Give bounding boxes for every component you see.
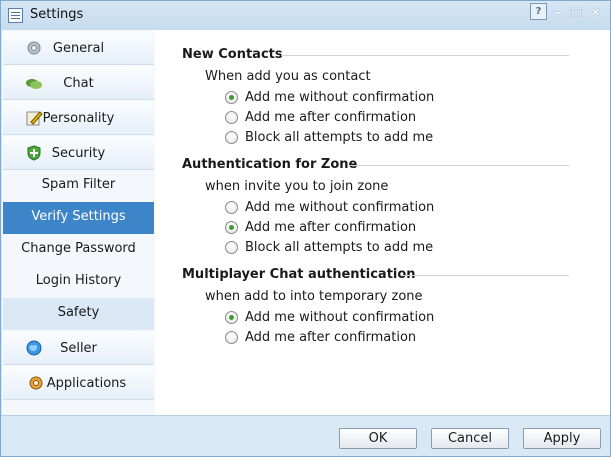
section-title-new-contacts: New Contacts (182, 47, 283, 62)
radio-button[interactable] (225, 110, 238, 124)
help-button[interactable]: ? (530, 3, 547, 20)
sidebar-item-label: Security (51, 146, 106, 161)
section-divider (401, 275, 569, 276)
sidebar-item-label: Seller (60, 341, 97, 356)
sidebar-item-seller[interactable]: Seller (3, 331, 154, 365)
radio-option-label: Add me without confirmation (245, 199, 435, 215)
sidebar-item-label: Applications (46, 376, 127, 391)
radio-option[interactable]: Add me without confirmation (225, 198, 434, 216)
radio-option[interactable]: Add me after confirmation (225, 218, 416, 236)
radio-button[interactable] (225, 330, 238, 344)
section-question: when invite you to join zone (205, 179, 389, 194)
ok-button[interactable]: OK (339, 428, 417, 449)
section-divider (349, 165, 569, 166)
radio-button-selected[interactable] (225, 310, 238, 324)
radio-option-label: Block all attempts to add me (245, 129, 434, 145)
radio-option-label: Block all attempts to add me (245, 239, 434, 255)
sidebar-item-label: Personality (42, 111, 115, 126)
radio-button[interactable] (225, 130, 238, 144)
section-question: When add you as contact (205, 69, 371, 84)
section-question: when add to into temporary zone (205, 289, 423, 304)
radio-option-label: Add me after confirmation (245, 109, 417, 125)
radio-option[interactable]: Add me after confirmation (225, 328, 416, 346)
sidebar-item-applications[interactable]: Applications (3, 366, 154, 400)
sidebar-item-label: Chat (63, 76, 94, 91)
sidebar-subitem-change-password[interactable]: Change Password (3, 234, 154, 266)
verify-settings-panel: New Contacts When add you as contact Add… (155, 30, 610, 415)
radio-option[interactable]: Block all attempts to add me (225, 238, 433, 256)
radio-button[interactable] (225, 240, 238, 254)
maximize-button[interactable]: □ (568, 3, 585, 20)
section-title-multiplayer-chat-authentication: Multiplayer Chat authentication (182, 267, 416, 282)
radio-option[interactable]: Add me without confirmation (225, 308, 434, 326)
apply-button[interactable]: Apply (523, 428, 601, 449)
radio-option-label: Add me without confirmation (245, 89, 435, 105)
radio-button-selected[interactable] (225, 90, 238, 104)
settings-window: Settings ? – □ × General Chat Personalit… (0, 0, 611, 457)
sidebar-item-security[interactable]: Security (3, 136, 154, 170)
radio-option-label: Add me without confirmation (245, 309, 435, 325)
window-title: Settings (30, 7, 84, 22)
radio-option-label: Add me after confirmation (245, 329, 417, 345)
settings-sidebar: General Chat Personality Security Spam F… (2, 30, 155, 415)
radio-button[interactable] (225, 200, 238, 214)
radio-option[interactable]: Block all attempts to add me (225, 128, 433, 146)
settings-app-icon (8, 8, 23, 23)
sidebar-item-personality[interactable]: Personality (3, 101, 154, 135)
cancel-button[interactable]: Cancel (431, 428, 509, 449)
title-bar[interactable]: Settings ? – □ × (1, 1, 610, 30)
sidebar-item-chat[interactable]: Chat (3, 66, 154, 100)
radio-option-label: Add me after confirmation (245, 219, 417, 235)
minimize-button[interactable]: – (549, 3, 566, 20)
section-divider (281, 55, 569, 56)
sidebar-item-label: General (52, 41, 105, 56)
sidebar-subitem-spam-filter[interactable]: Spam Filter (3, 170, 154, 202)
sidebar-subitem-verify-settings[interactable]: Verify Settings (3, 202, 154, 234)
sidebar-subitem-safety[interactable]: Safety (3, 298, 154, 330)
sidebar-item-general[interactable]: General (3, 31, 154, 65)
close-button[interactable]: × (587, 3, 604, 20)
sidebar-subitem-login-history[interactable]: Login History (3, 266, 154, 298)
radio-button-selected[interactable] (225, 220, 238, 234)
section-title-authentication-for-zone: Authentication for Zone (182, 157, 358, 172)
radio-option[interactable]: Add me without confirmation (225, 88, 434, 106)
dialog-footer: OK Cancel Apply (1, 415, 610, 456)
radio-option[interactable]: Add me after confirmation (225, 108, 416, 126)
